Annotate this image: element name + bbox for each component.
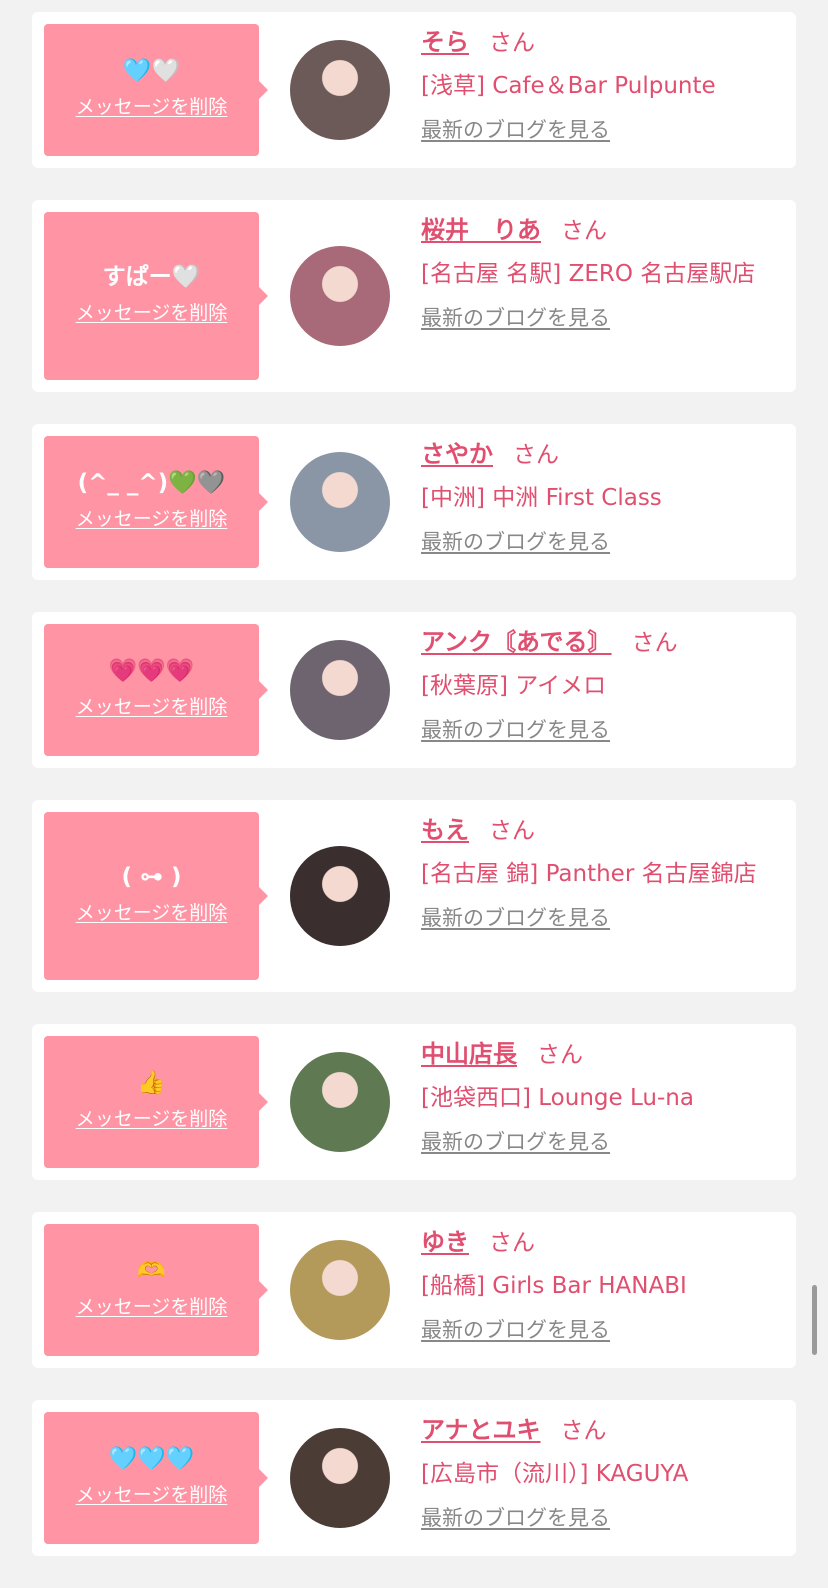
honorific: さん (489, 30, 535, 56)
delete-message-link[interactable]: メッセージを削除 (76, 1293, 228, 1321)
sender-name-link[interactable]: 中山店長 (421, 1040, 517, 1068)
honorific: さん (560, 1418, 607, 1444)
name-line: さやか さん (421, 438, 780, 473)
name-line: ゆき さん (421, 1226, 780, 1261)
message-bubble: 🫶 メッセージを削除 (44, 1224, 268, 1356)
shop-name: [名古屋 名駅] ZERO 名古屋駅店 (421, 261, 756, 287)
shop-name: [中洲] 中洲 First Class (421, 485, 662, 511)
name-line: 桜井 りあ さん (421, 214, 780, 249)
message-text: 🫶 (137, 1258, 166, 1284)
honorific: さん (537, 1042, 583, 1068)
message-bubble: ( ⊶ ) メッセージを削除 (44, 812, 268, 980)
name-line: アナとユキ さん (421, 1414, 780, 1449)
avatar[interactable] (290, 846, 390, 946)
shop-name: [池袋西口] Lounge Lu-na (421, 1085, 694, 1111)
latest-blog-link[interactable]: 最新のブログを見る (421, 903, 610, 933)
delete-message-link[interactable]: メッセージを削除 (76, 899, 228, 927)
sender-name-link[interactable]: そら (421, 28, 469, 56)
sender-name-link[interactable]: 桜井 りあ (421, 216, 541, 244)
shop-name: [秋葉原] アイメロ (421, 673, 607, 699)
message-bubble: すぱー🤍 メッセージを削除 (44, 212, 268, 380)
honorific: さん (489, 1230, 535, 1256)
sender-name-link[interactable]: もえ (421, 816, 469, 844)
sender-info: 桜井 りあ さん [名古屋 名駅] ZERO 名古屋駅店 最新のブログを見る (421, 214, 780, 333)
message-text: ( ⊶ ) (121, 864, 182, 890)
latest-blog-link[interactable]: 最新のブログを見る (421, 1503, 610, 1533)
delete-message-link[interactable]: メッセージを削除 (76, 299, 228, 327)
message-bubble: 💗💗💗 メッセージを削除 (44, 624, 268, 756)
message-card: すぱー🤍 メッセージを削除 桜井 りあ さん [名古屋 名駅] ZERO 名古屋駅… (32, 200, 796, 392)
latest-blog-link[interactable]: 最新のブログを見る (421, 1315, 610, 1345)
sender-name-link[interactable]: さやか (421, 440, 493, 468)
message-list: 🩵🤍 メッセージを削除 そら さん [浅草] Cafe＆Bar Pulpunte … (32, 12, 796, 1588)
message-text: (^_ _^)💚🩶 (77, 470, 226, 496)
message-bubble: 👍 メッセージを削除 (44, 1036, 268, 1168)
avatar[interactable] (290, 640, 390, 740)
sender-name-link[interactable]: アンク〘あでる〙 (421, 628, 612, 656)
message-card: 🫶 メッセージを削除 ゆき さん [船橋] Girls Bar HANABI 最新… (32, 1212, 796, 1368)
latest-blog-link[interactable]: 最新のブログを見る (421, 303, 610, 333)
message-text: 👍 (137, 1070, 166, 1096)
delete-message-link[interactable]: メッセージを削除 (76, 693, 228, 721)
avatar[interactable] (290, 1240, 390, 1340)
honorific: さん (489, 818, 535, 844)
sender-info: そら さん [浅草] Cafe＆Bar Pulpunte 最新のブログを見る (421, 26, 780, 145)
name-line: そら さん (421, 26, 780, 61)
sender-info: アンク〘あでる〙 さん [秋葉原] アイメロ 最新のブログを見る (421, 626, 780, 745)
avatar[interactable] (290, 246, 390, 346)
avatar[interactable] (290, 452, 390, 552)
name-line: アンク〘あでる〙 さん (421, 626, 780, 661)
shop-name: [船橋] Girls Bar HANABI (421, 1273, 687, 1299)
latest-blog-link[interactable]: 最新のブログを見る (421, 715, 610, 745)
sender-name-link[interactable]: アナとユキ (421, 1416, 541, 1444)
message-card: 🩵🩵🩵 メッセージを削除 アナとユキ さん [広島市（流川）] KAGUYA 最新… (32, 1400, 796, 1556)
message-card: (^_ _^)💚🩶 メッセージを削除 さやか さん [中洲] 中洲 First C… (32, 424, 796, 580)
latest-blog-link[interactable]: 最新のブログを見る (421, 115, 610, 145)
honorific: さん (513, 442, 559, 468)
message-text: 💗💗💗 (108, 658, 195, 684)
avatar[interactable] (290, 1428, 390, 1528)
avatar[interactable] (290, 1052, 390, 1152)
sender-name-link[interactable]: ゆき (421, 1228, 469, 1256)
message-bubble: 🩵🤍 メッセージを削除 (44, 24, 268, 156)
sender-info: ゆき さん [船橋] Girls Bar HANABI 最新のブログを見る (421, 1226, 780, 1345)
shop-name: [名古屋 錦] Panther 名古屋錦店 (421, 861, 757, 887)
scrollbar[interactable] (812, 1285, 817, 1355)
avatar[interactable] (290, 40, 390, 140)
sender-info: アナとユキ さん [広島市（流川）] KAGUYA 最新のブログを見る (421, 1414, 780, 1533)
message-card: 💗💗💗 メッセージを削除 アンク〘あでる〙 さん [秋葉原] アイメロ 最新のブロ… (32, 612, 796, 768)
message-card: 🩵🤍 メッセージを削除 そら さん [浅草] Cafe＆Bar Pulpunte … (32, 12, 796, 168)
delete-message-link[interactable]: メッセージを削除 (76, 505, 228, 533)
honorific: さん (631, 630, 678, 656)
message-bubble: (^_ _^)💚🩶 メッセージを削除 (44, 436, 268, 568)
message-card: ( ⊶ ) メッセージを削除 もえ さん [名古屋 錦] Panther 名古屋錦… (32, 800, 796, 992)
message-text: すぱー🤍 (102, 264, 201, 290)
message-text: 🩵🤍 (122, 58, 181, 84)
delete-message-link[interactable]: メッセージを削除 (76, 93, 228, 121)
name-line: 中山店長 さん (421, 1038, 780, 1073)
message-text: 🩵🩵🩵 (108, 1446, 195, 1472)
message-bubble: 🩵🩵🩵 メッセージを削除 (44, 1412, 268, 1544)
shop-name: [広島市（流川）] KAGUYA (421, 1461, 689, 1487)
sender-info: 中山店長 さん [池袋西口] Lounge Lu-na 最新のブログを見る (421, 1038, 780, 1157)
delete-message-link[interactable]: メッセージを削除 (76, 1105, 228, 1133)
delete-message-link[interactable]: メッセージを削除 (76, 1481, 228, 1509)
sender-info: もえ さん [名古屋 錦] Panther 名古屋錦店 最新のブログを見る (421, 814, 780, 933)
latest-blog-link[interactable]: 最新のブログを見る (421, 527, 610, 557)
honorific: さん (561, 218, 607, 244)
sender-info: さやか さん [中洲] 中洲 First Class 最新のブログを見る (421, 438, 780, 557)
name-line: もえ さん (421, 814, 780, 849)
message-card: 👍 メッセージを削除 中山店長 さん [池袋西口] Lounge Lu-na 最新… (32, 1024, 796, 1180)
shop-name: [浅草] Cafe＆Bar Pulpunte (421, 73, 716, 99)
latest-blog-link[interactable]: 最新のブログを見る (421, 1127, 610, 1157)
